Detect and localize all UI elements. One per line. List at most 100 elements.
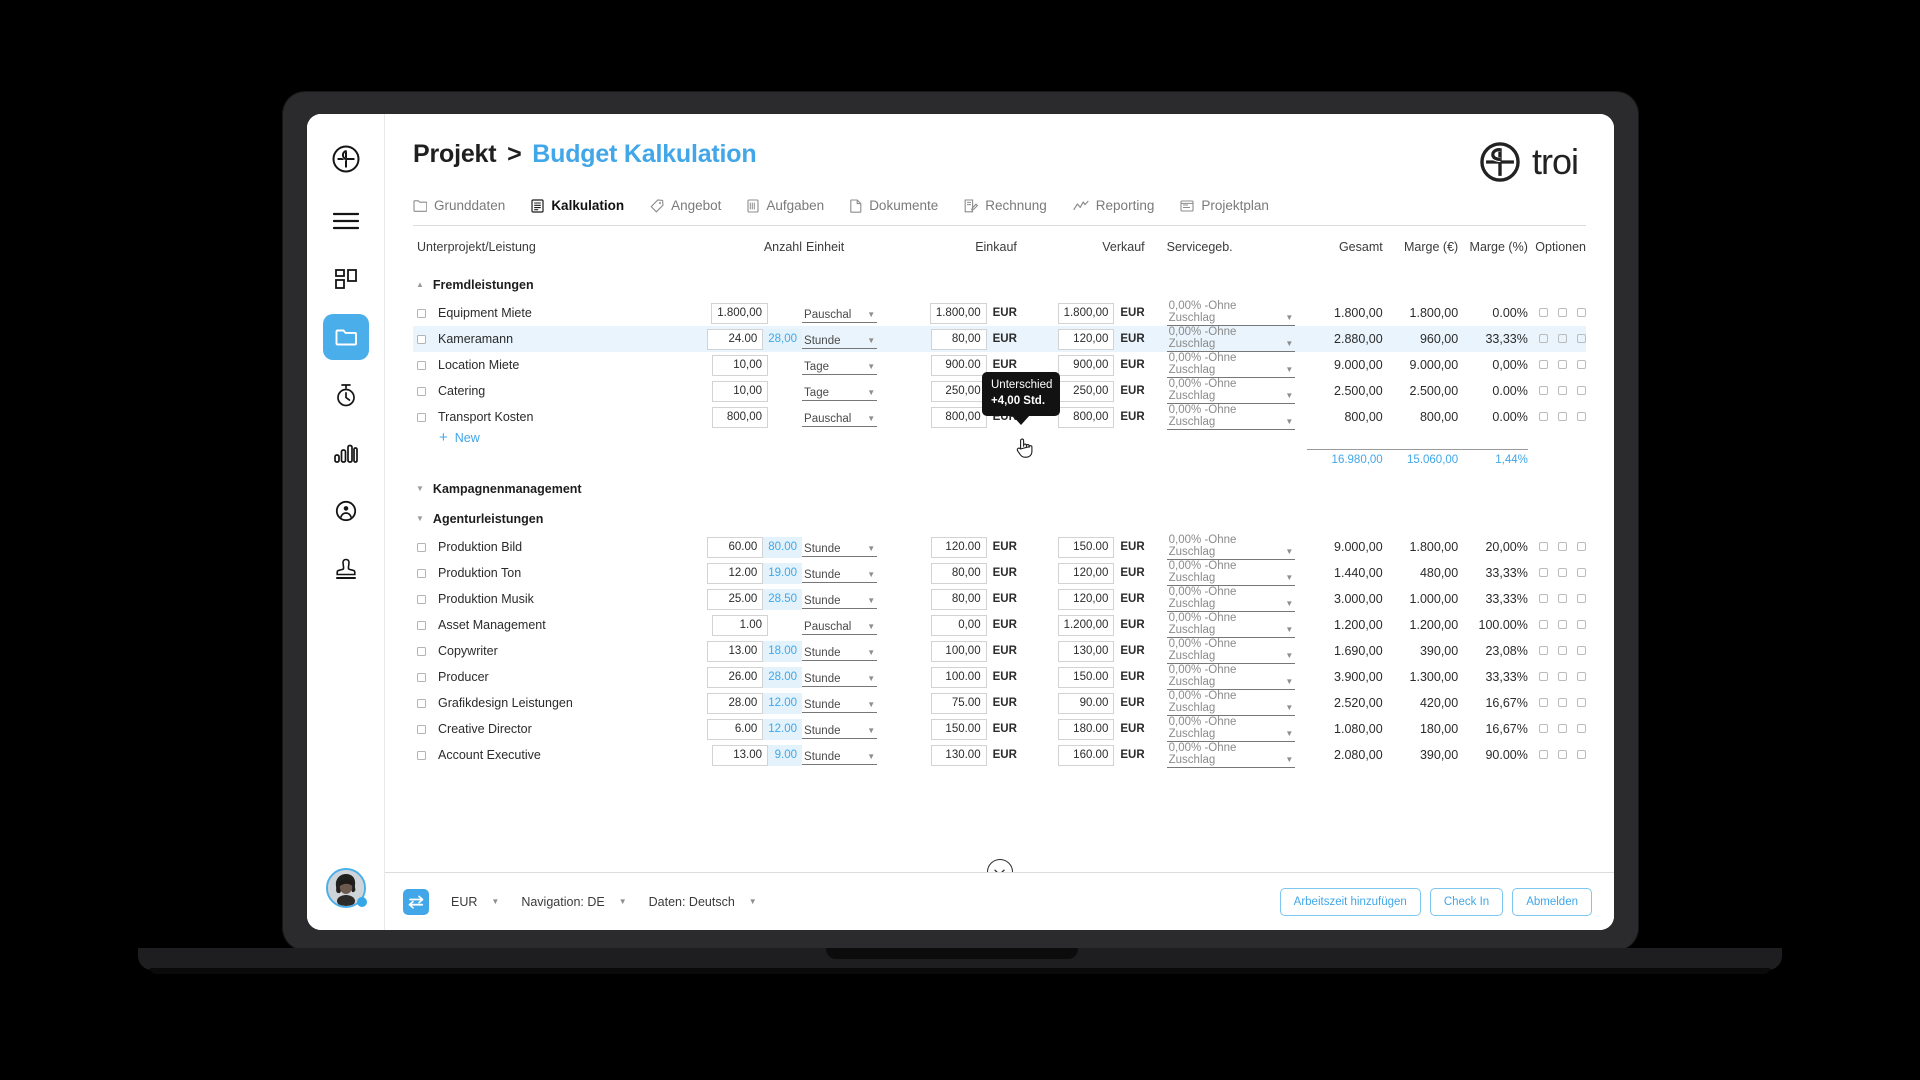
add-worktime-button[interactable]: Arbeitszeit hinzufügen — [1279, 887, 1421, 916]
option-checkbox-1[interactable] — [1539, 386, 1548, 395]
option-checkbox-2[interactable] — [1558, 724, 1567, 733]
anzahl-actual[interactable] — [768, 407, 802, 428]
anzahl-input[interactable]: 13.00 — [707, 640, 764, 662]
einheit-select[interactable]: Stunde ▼ — [802, 667, 878, 687]
anzahl-input[interactable]: 24.00 — [707, 328, 764, 350]
navigation-language-select[interactable]: Navigation: DE ▼ — [521, 895, 626, 909]
einheit-select[interactable]: Stunde ▼ — [802, 589, 878, 609]
group-toggle-icon[interactable]: ▼ — [416, 515, 424, 523]
einheit-select[interactable]: Pauschal ▼ — [802, 407, 878, 427]
anzahl-input[interactable]: 12.00 — [707, 562, 764, 584]
scroll-down-button[interactable] — [986, 859, 1013, 872]
tab-kalkulation[interactable]: Kalkulation — [531, 198, 624, 213]
group-toggle-icon[interactable]: ▼ — [416, 485, 424, 493]
group-toggle-icon[interactable]: ▲ — [416, 281, 424, 289]
einheit-select[interactable]: Stunde ▼ — [802, 537, 878, 557]
option-checkbox-2[interactable] — [1558, 386, 1567, 395]
option-checkbox-3[interactable] — [1577, 386, 1586, 395]
option-checkbox-3[interactable] — [1577, 542, 1586, 551]
einkauf-input[interactable]: 250,00 — [930, 380, 987, 402]
anzahl-actual[interactable]: 28,00 — [763, 328, 803, 350]
einheit-select[interactable]: Tage ▼ — [802, 381, 878, 401]
option-checkbox-2[interactable] — [1558, 568, 1567, 577]
anzahl-input[interactable]: 10,00 — [712, 380, 769, 402]
verkauf-input[interactable]: 120,00 — [1058, 562, 1115, 584]
row-checkbox[interactable] — [417, 386, 426, 396]
einkauf-input[interactable]: 150.00 — [930, 718, 987, 740]
verkauf-input[interactable]: 1.800,00 — [1057, 302, 1115, 324]
troi-logo-icon[interactable] — [323, 136, 369, 182]
anzahl-actual[interactable]: 19.00 — [763, 562, 803, 584]
option-checkbox-2[interactable] — [1558, 334, 1567, 343]
servicegeb-select[interactable]: 0,00% -Ohne Zuschlag ▼ — [1166, 664, 1296, 690]
row-checkbox[interactable] — [417, 594, 426, 604]
option-checkbox-2[interactable] — [1558, 750, 1567, 759]
table-row[interactable]: Produktion Ton 12.00 19.00 Stunde ▼ 80,00 EUR 1… — [413, 560, 1586, 586]
person-circle-icon[interactable] — [323, 488, 369, 534]
einkauf-input[interactable]: 80,00 — [930, 588, 987, 610]
option-checkbox-1[interactable] — [1539, 542, 1548, 551]
servicegeb-select[interactable]: 0,00% -Ohne Zuschlag ▼ — [1166, 300, 1296, 326]
row-checkbox[interactable] — [417, 620, 426, 630]
option-checkbox-1[interactable] — [1539, 698, 1548, 707]
anzahl-input[interactable]: 25.00 — [707, 588, 764, 610]
table-row[interactable]: Copywriter 13.00 18.00 Stunde ▼ 100,00 EUR 130,… — [413, 638, 1586, 664]
option-checkbox-3[interactable] — [1577, 672, 1586, 681]
option-checkbox-1[interactable] — [1539, 568, 1548, 577]
servicegeb-select[interactable]: 0,00% -Ohne Zuschlag ▼ — [1166, 326, 1296, 352]
anzahl-input[interactable]: 1.800,00 — [711, 302, 769, 324]
option-checkbox-3[interactable] — [1577, 620, 1586, 629]
verkauf-input[interactable]: 150.00 — [1058, 666, 1115, 688]
anzahl-input[interactable]: 800,00 — [712, 406, 769, 428]
verkauf-input[interactable]: 160.00 — [1058, 744, 1115, 766]
anzahl-actual[interactable]: 12.00 — [763, 718, 803, 740]
row-checkbox[interactable] — [417, 698, 426, 708]
einkauf-input[interactable]: 100.00 — [930, 666, 987, 688]
table-row[interactable]: Produktion Bild 60.00 80.00 Stunde ▼ 120.00 EU… — [413, 534, 1586, 560]
verkauf-input[interactable]: 1.200,00 — [1057, 614, 1115, 636]
group-header-row[interactable]: ▼ Agenturleistungen — [413, 504, 1586, 534]
hamburger-menu-icon[interactable] — [323, 198, 369, 244]
swap-arrows-icon[interactable] — [403, 888, 429, 915]
row-checkbox[interactable] — [417, 750, 426, 760]
servicegeb-select[interactable]: 0,00% -Ohne Zuschlag ▼ — [1166, 378, 1296, 404]
table-row[interactable]: Producer 26.00 28.00 Stunde ▼ 100.00 EUR 150.00… — [413, 664, 1586, 690]
option-checkbox-3[interactable] — [1577, 568, 1586, 577]
row-checkbox[interactable] — [417, 360, 426, 370]
option-checkbox-3[interactable] — [1577, 750, 1586, 759]
row-checkbox[interactable] — [417, 724, 426, 734]
servicegeb-select[interactable]: 0,00% -Ohne Zuschlag ▼ — [1166, 404, 1296, 430]
verkauf-input[interactable]: 130,00 — [1058, 640, 1115, 662]
anzahl-actual[interactable] — [768, 303, 802, 324]
anzahl-input[interactable]: 28.00 — [707, 692, 764, 714]
table-row[interactable]: Asset Management 1.00 Pauschal ▼ 0,00 EUR 1.20… — [413, 612, 1586, 638]
row-checkbox[interactable] — [417, 542, 426, 552]
option-checkbox-1[interactable] — [1539, 672, 1548, 681]
anzahl-actual[interactable]: 28.00 — [763, 666, 803, 688]
option-checkbox-2[interactable] — [1558, 594, 1567, 603]
anzahl-actual[interactable]: 80.00 — [763, 536, 803, 558]
verkauf-input[interactable]: 150.00 — [1058, 536, 1115, 558]
option-checkbox-1[interactable] — [1539, 646, 1548, 655]
einheit-select[interactable]: Stunde ▼ — [802, 693, 878, 713]
verkauf-input[interactable]: 800,00 — [1058, 406, 1115, 428]
verkauf-input[interactable]: 120,00 — [1058, 588, 1115, 610]
anzahl-actual[interactable] — [768, 355, 802, 376]
stopwatch-icon[interactable] — [323, 372, 369, 418]
tab-grunddaten[interactable]: Grunddaten — [413, 198, 505, 213]
table-row[interactable]: Equipment Miete 1.800,00 Pauschal ▼ 1.800,00… — [413, 300, 1586, 326]
option-checkbox-3[interactable] — [1577, 308, 1586, 317]
anzahl-actual[interactable] — [768, 615, 802, 636]
option-checkbox-3[interactable] — [1577, 646, 1586, 655]
data-language-select[interactable]: Daten: Deutsch ▼ — [649, 895, 757, 909]
anzahl-actual[interactable]: 12.00 — [763, 692, 803, 714]
einkauf-input[interactable]: 100,00 — [930, 640, 987, 662]
anzahl-input[interactable]: 60.00 — [707, 536, 764, 558]
einkauf-input[interactable]: 0,00 — [930, 614, 987, 636]
einheit-select[interactable]: Stunde ▼ — [802, 641, 878, 661]
option-checkbox-3[interactable] — [1577, 724, 1586, 733]
row-checkbox[interactable] — [417, 672, 426, 682]
einheit-select[interactable]: Tage ▼ — [802, 355, 878, 375]
table-row[interactable]: Grafikdesign Leistungen 28.00 12.00 Stunde ▼… — [413, 690, 1586, 716]
option-checkbox-1[interactable] — [1539, 412, 1548, 421]
